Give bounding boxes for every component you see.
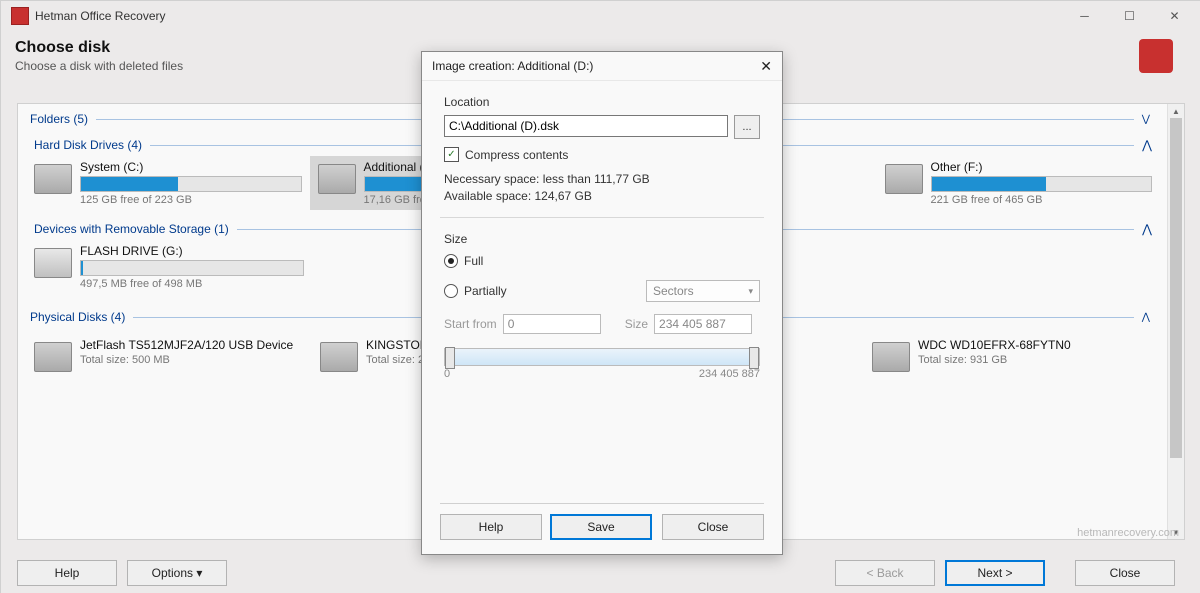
drive-system-c[interactable]: System (C:) 125 GB free of 223 GB	[26, 156, 310, 210]
maximize-button[interactable]: ☐	[1107, 2, 1152, 30]
size-input[interactable]	[654, 314, 752, 334]
brand-link[interactable]: hetmanrecovery.com	[1077, 527, 1179, 539]
titlebar: Hetman Office Recovery ─ ☐ ✕	[1, 1, 1200, 31]
app-icon	[11, 7, 29, 25]
usb-drive-icon	[34, 248, 72, 278]
hdd-icon	[872, 342, 910, 372]
options-button[interactable]: Options ▾	[127, 560, 227, 586]
chevron-down-icon: ▾	[748, 286, 753, 297]
removable-label: Devices with Removable Storage (1)	[34, 222, 229, 236]
back-button[interactable]: < Back	[835, 560, 935, 586]
radio-full[interactable]: Full	[444, 254, 760, 268]
page-subtitle: Choose a disk with deleted files	[15, 59, 183, 73]
radio-selected-icon	[448, 258, 454, 264]
image-creation-dialog: Image creation: Additional (D:) ✕ Locati…	[421, 51, 783, 555]
scroll-thumb[interactable]	[1170, 118, 1182, 458]
minimize-button[interactable]: ─	[1062, 2, 1107, 30]
hdd-icon	[320, 342, 358, 372]
drive-flash-g[interactable]: FLASH DRIVE (G:) 497,5 MB free of 498 MB	[26, 240, 312, 294]
radio-partially[interactable]: Partially	[444, 284, 646, 298]
dialog-help-button[interactable]: Help	[440, 514, 542, 540]
folders-label: Folders (5)	[30, 112, 88, 126]
close-window-button[interactable]: ✕	[1152, 2, 1197, 30]
chevron-up-icon[interactable]: ⋀	[1142, 222, 1152, 236]
slider-handle-right[interactable]	[749, 347, 759, 369]
scrollbar[interactable]: ▲ ▼	[1167, 104, 1184, 539]
physical-label: Physical Disks (4)	[30, 310, 125, 324]
compress-checkbox[interactable]: ✓ Compress contents	[444, 147, 760, 162]
scroll-up-icon[interactable]: ▲	[1168, 104, 1184, 118]
save-button[interactable]: Save	[550, 514, 652, 540]
size-label: Size	[444, 232, 760, 246]
hdd-icon	[34, 342, 72, 372]
hdd-icon	[318, 164, 356, 194]
dialog-close-icon[interactable]: ✕	[760, 58, 772, 75]
hdd-icon	[885, 164, 923, 194]
browse-button[interactable]: ...	[734, 115, 760, 139]
dialog-title: Image creation: Additional (D:)	[432, 59, 760, 73]
slider-handle-left[interactable]	[445, 347, 455, 369]
hdd-icon	[34, 164, 72, 194]
hdd-label: Hard Disk Drives (4)	[34, 138, 142, 152]
necessary-space: Necessary space: less than 111,77 GB	[444, 172, 760, 186]
window-title: Hetman Office Recovery	[35, 9, 1062, 23]
next-button[interactable]: Next >	[945, 560, 1045, 586]
chevron-down-icon[interactable]: ⋁	[1142, 114, 1150, 125]
chevron-up-icon[interactable]: ⋀	[1142, 312, 1150, 323]
dialog-close-button[interactable]: Close	[662, 514, 764, 540]
sectors-select[interactable]: Sectors ▾	[646, 280, 760, 302]
physical-disk-jetflash[interactable]: JetFlash TS512MJF2A/120 USB Device Total…	[26, 334, 312, 376]
close-button[interactable]: Close	[1075, 560, 1175, 586]
page-title: Choose disk	[15, 39, 183, 57]
start-from-input[interactable]	[503, 314, 601, 334]
drive-other-f[interactable]: Other (F:) 221 GB free of 465 GB	[877, 156, 1161, 210]
location-label: Location	[444, 95, 760, 109]
checkbox-checked-icon: ✓	[444, 147, 459, 162]
physical-disk-wdc[interactable]: WDC WD10EFRX-68FYTN0 Total size: 931 GB	[864, 334, 1150, 376]
help-button[interactable]: Help	[17, 560, 117, 586]
chevron-up-icon[interactable]: ⋀	[1142, 138, 1152, 152]
available-space: Available space: 124,67 GB	[444, 189, 760, 203]
range-slider[interactable]	[444, 348, 760, 366]
path-input[interactable]	[444, 115, 728, 137]
wizard-footer: Help Options ▾ < Back Next > Close	[1, 552, 1200, 593]
product-logo-icon	[1139, 39, 1173, 73]
